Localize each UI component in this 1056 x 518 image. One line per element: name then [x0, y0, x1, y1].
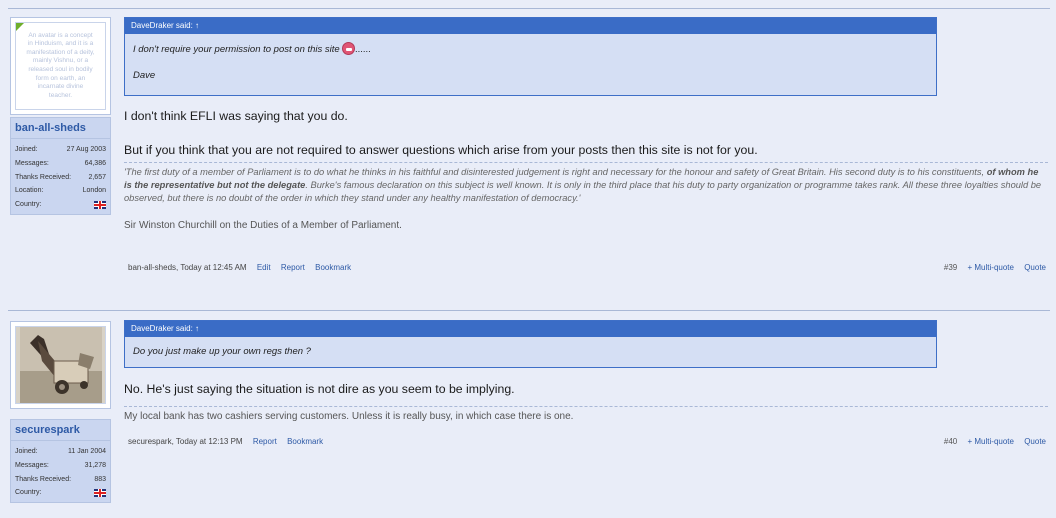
- stat-label: Joined:: [15, 448, 38, 455]
- quote-link[interactable]: Quote: [1024, 263, 1046, 272]
- report-link[interactable]: Report: [281, 263, 305, 272]
- stat-joined: Joined: 27 Aug 2003: [15, 143, 106, 157]
- signature-attribution: Sir Winston Churchill on the Duties of a…: [124, 220, 402, 231]
- user-extra-info: Joined: 11 Jan 2004 Messages: 31,278 Thank…: [10, 441, 111, 504]
- avatar[interactable]: An avatar is a concept in Hinduism, and …: [10, 17, 111, 115]
- post-divider: [8, 310, 1050, 311]
- stat-value: 2,657: [88, 173, 106, 181]
- stat-joined: Joined: 11 Jan 2004: [15, 445, 106, 459]
- stat-value: 64,386: [84, 159, 106, 167]
- stat-value: London: [82, 187, 106, 195]
- signature-quote: 'The first duty of a member of Parliamen…: [124, 166, 1048, 205]
- stat-label: Thanks Received:: [15, 173, 72, 181]
- stat-value: 27 Aug 2003: [66, 146, 106, 153]
- quote-author[interactable]: DaveDraker said: ↑: [131, 21, 199, 30]
- stat-label: Messages:: [15, 159, 49, 167]
- user-panel: securespark Joined: 11 Jan 2004 Messages:…: [10, 321, 111, 504]
- quote-link[interactable]: Quote: [1024, 437, 1046, 446]
- stat-value: 11 Jan 2004: [67, 448, 106, 455]
- edit-link[interactable]: Edit: [257, 263, 271, 272]
- quote-line: Do you just make up your own regs then ?: [133, 346, 311, 357]
- stat-messages: Messages: 64,386: [15, 157, 106, 171]
- quote-line: I don't require your permission to post …: [133, 42, 928, 58]
- username-link[interactable]: ban-all-sheds: [10, 117, 111, 139]
- avatar-frame: [15, 326, 106, 404]
- quote-block: DaveDraker said: ↑ I don't require your …: [124, 17, 937, 96]
- uk-flag-icon: [94, 201, 106, 210]
- meta-right: #40 + Multi-quote Quote: [944, 437, 1046, 446]
- quote-header[interactable]: DaveDraker said: ↑: [125, 18, 936, 34]
- stat-location: Location: London: [15, 184, 106, 198]
- signature: My local bank has two cashiers serving c…: [124, 406, 1048, 423]
- author-timestamp[interactable]: ban-all-sheds, Today at 12:45 AM: [128, 263, 247, 272]
- quote-text-tail: ......: [355, 44, 372, 55]
- message-line: No. He's just saying the situation is no…: [124, 382, 515, 396]
- bookmark-link[interactable]: Bookmark: [315, 263, 351, 272]
- stat-label: Country:: [15, 489, 42, 497]
- message-meta: securespark, Today at 12:13 PM Report Bo…: [128, 437, 1046, 446]
- stat-label: Thanks Received:: [15, 475, 72, 483]
- username-link[interactable]: securespark: [10, 419, 111, 441]
- report-link[interactable]: Report: [253, 437, 277, 446]
- uk-flag-icon: [94, 489, 106, 498]
- stat-label: Location:: [15, 187, 44, 195]
- post-number-link[interactable]: #39: [944, 263, 957, 272]
- quote-body: I don't require your permission to post …: [125, 34, 936, 92]
- message-line: But if you think that you are not requir…: [124, 143, 758, 157]
- bookmark-link[interactable]: Bookmark: [287, 437, 323, 446]
- stat-label: Country:: [15, 201, 42, 209]
- tongue-smiley-icon: [342, 42, 356, 55]
- signature-text: My local bank has two cashiers serving c…: [124, 411, 574, 422]
- quote-header[interactable]: DaveDraker said: ↑: [125, 321, 936, 337]
- meta-left: securespark, Today at 12:13 PM Report Bo…: [128, 437, 323, 446]
- avatar[interactable]: [10, 321, 111, 409]
- stat-label: Messages:: [15, 461, 49, 469]
- signature: 'The first duty of a member of Parliamen…: [124, 162, 1048, 232]
- stat-value: 31,278: [84, 461, 106, 469]
- avatar-alt-text: An avatar is a concept in Hinduism, and …: [26, 31, 95, 99]
- signature-text: 'The first duty of a member of Parliamen…: [124, 167, 985, 177]
- post-divider-top: [8, 8, 1050, 9]
- stat-thanks: Thanks Received: 2,657: [15, 171, 106, 185]
- quote-body: Do you just make up your own regs then ?: [125, 337, 936, 368]
- multiquote-link[interactable]: + Multi-quote: [968, 437, 1014, 446]
- avatar-corner-marker: [16, 23, 25, 32]
- stat-label: Joined:: [15, 146, 38, 153]
- meta-right: #39 + Multi-quote Quote: [944, 263, 1046, 272]
- message-meta: ban-all-sheds, Today at 12:45 AM Edit Re…: [128, 263, 1046, 272]
- stat-country: Country:: [15, 486, 106, 500]
- meta-left: ban-all-sheds, Today at 12:45 AM Edit Re…: [128, 263, 351, 272]
- stat-value: 883: [94, 475, 106, 483]
- stat-country: Country:: [15, 198, 106, 212]
- message-line: I don't think EFLI was saying that you d…: [124, 109, 348, 123]
- avatar-photo-icon: [19, 327, 102, 403]
- stat-messages: Messages: 31,278: [15, 459, 106, 473]
- quote-text: I don't require your permission to post …: [133, 44, 340, 55]
- post-number-link[interactable]: #40: [944, 437, 957, 446]
- quote-author[interactable]: DaveDraker said: ↑: [131, 324, 199, 333]
- multiquote-link[interactable]: + Multi-quote: [968, 263, 1014, 272]
- user-panel: An avatar is a concept in Hinduism, and …: [10, 17, 111, 215]
- quote-line: Dave: [133, 70, 156, 81]
- quote-block: DaveDraker said: ↑ Do you just make up y…: [124, 320, 937, 368]
- avatar-frame: An avatar is a concept in Hinduism, and …: [15, 22, 106, 110]
- author-timestamp[interactable]: securespark, Today at 12:13 PM: [128, 437, 243, 446]
- stat-thanks: Thanks Received: 883: [15, 473, 106, 487]
- user-extra-info: Joined: 27 Aug 2003 Messages: 64,386 Thank…: [10, 139, 111, 215]
